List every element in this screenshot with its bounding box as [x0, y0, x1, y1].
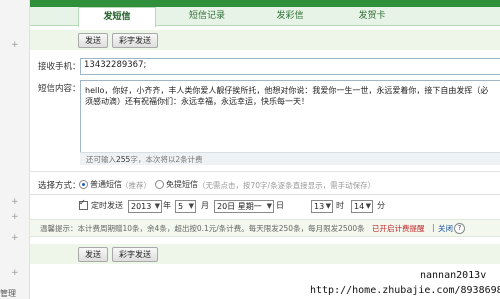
free-sms-label: 免提短信: [166, 180, 198, 189]
month-unit: 月: [201, 201, 209, 210]
divider: [30, 171, 500, 172]
sidebar-manage-label[interactable]: 管理: [0, 288, 16, 299]
art-send-button[interactable]: 彩字发送: [112, 247, 158, 262]
expand-plus-icon[interactable]: +: [11, 197, 19, 207]
day-unit: 日: [276, 201, 284, 210]
close-link[interactable]: 关闭: [438, 223, 453, 234]
minute-unit: 分: [377, 201, 385, 210]
divider: [30, 194, 500, 195]
month-select[interactable]: 5 ▼: [175, 200, 196, 213]
watermark-user: nannan2013v: [420, 270, 487, 281]
message-label: 短信内容：: [38, 84, 81, 94]
send-button[interactable]: 发送: [78, 33, 108, 48]
reminder-text: 温馨提示：本计费周期赠10条，余4条，超出按0.1元/条计费。每天限发250条，…: [40, 224, 365, 233]
tab-send-sms[interactable]: 发短信: [78, 7, 156, 27]
hour-select[interactable]: 13 ▼: [311, 200, 333, 213]
left-sidebar: + + + + + 管理: [0, 0, 30, 299]
receiver-label: 接收手机：: [38, 62, 81, 72]
year-select[interactable]: 2013 ▼: [128, 200, 162, 213]
expand-plus-icon[interactable]: +: [11, 233, 19, 243]
counter-prefix: 还可输入: [86, 155, 116, 164]
expand-plus-icon[interactable]: +: [11, 212, 19, 222]
billing-reminder-link[interactable]: 已开启计费提醒: [372, 223, 425, 234]
tab-send-mms[interactable]: 发彩信: [255, 7, 325, 25]
normal-sms-note: （推荐）: [121, 181, 151, 190]
watermark-url: http://home.zhubajie.com/8938698/: [310, 285, 500, 296]
tab-send-card[interactable]: 发贺卡: [337, 7, 407, 25]
send-button[interactable]: 发送: [78, 247, 108, 262]
normal-sms-label: 普通短信: [90, 180, 122, 189]
dropdown-arrow-icon: ▼: [188, 202, 194, 210]
counter-number: 255: [116, 155, 131, 164]
expand-plus-icon[interactable]: +: [11, 268, 19, 278]
year-unit: 年: [163, 201, 171, 210]
hour-value: 13: [314, 202, 325, 211]
free-sms-note: （无需点击，按70字/条逐条直接显示，需手动保存）: [198, 181, 376, 190]
dropdown-arrow-icon: ▼: [154, 202, 160, 210]
year-value: 2013: [131, 202, 152, 211]
phone-number-value: 13432289367;: [84, 60, 147, 70]
counter-suffix: 字，本次将以2条计费: [130, 155, 203, 164]
message-text: hello，你好，小齐齐，丰人类你爱人靓仔挨所托，他想对你说：我爱你一生一世，永…: [85, 86, 489, 106]
minute-select[interactable]: 14 ▼: [351, 200, 373, 213]
tab-bar: 发短信 短信记录 发彩信 发贺卡: [30, 7, 500, 27]
method-label: 选择方式：: [38, 181, 81, 191]
normal-sms-radio[interactable]: [79, 180, 88, 189]
reminder-bar: 温馨提示：本计费周期赠10条，余4条，超出按0.1元/条计费。每天限发250条，…: [30, 219, 500, 237]
day-value: 20日 星期一: [217, 202, 262, 211]
month-value: 5: [178, 202, 184, 211]
scheduled-send-checkbox[interactable]: [79, 198, 88, 210]
day-select[interactable]: 20日 星期一 ▼: [214, 200, 274, 213]
art-send-button[interactable]: 彩字发送: [112, 33, 158, 48]
top-accent-bar: [30, 0, 500, 7]
scheduled-send-label: 定时发送: [91, 201, 123, 210]
hour-unit: 时: [336, 201, 344, 210]
free-sms-radio[interactable]: [155, 180, 164, 189]
dropdown-arrow-icon: ▼: [365, 202, 371, 210]
char-counter: 还可输入255字，本次将以2条计费: [80, 152, 500, 165]
minute-value: 14: [354, 202, 365, 211]
dropdown-arrow-icon: ▼: [266, 202, 272, 210]
tab-sms-records[interactable]: 短信记录: [172, 7, 242, 25]
phone-number-input[interactable]: 13432289367;: [80, 58, 500, 75]
separator: |: [432, 223, 435, 232]
dropdown-arrow-icon: ▼: [325, 202, 331, 210]
expand-plus-icon[interactable]: +: [11, 40, 19, 50]
help-icon[interactable]: ?: [454, 223, 465, 234]
